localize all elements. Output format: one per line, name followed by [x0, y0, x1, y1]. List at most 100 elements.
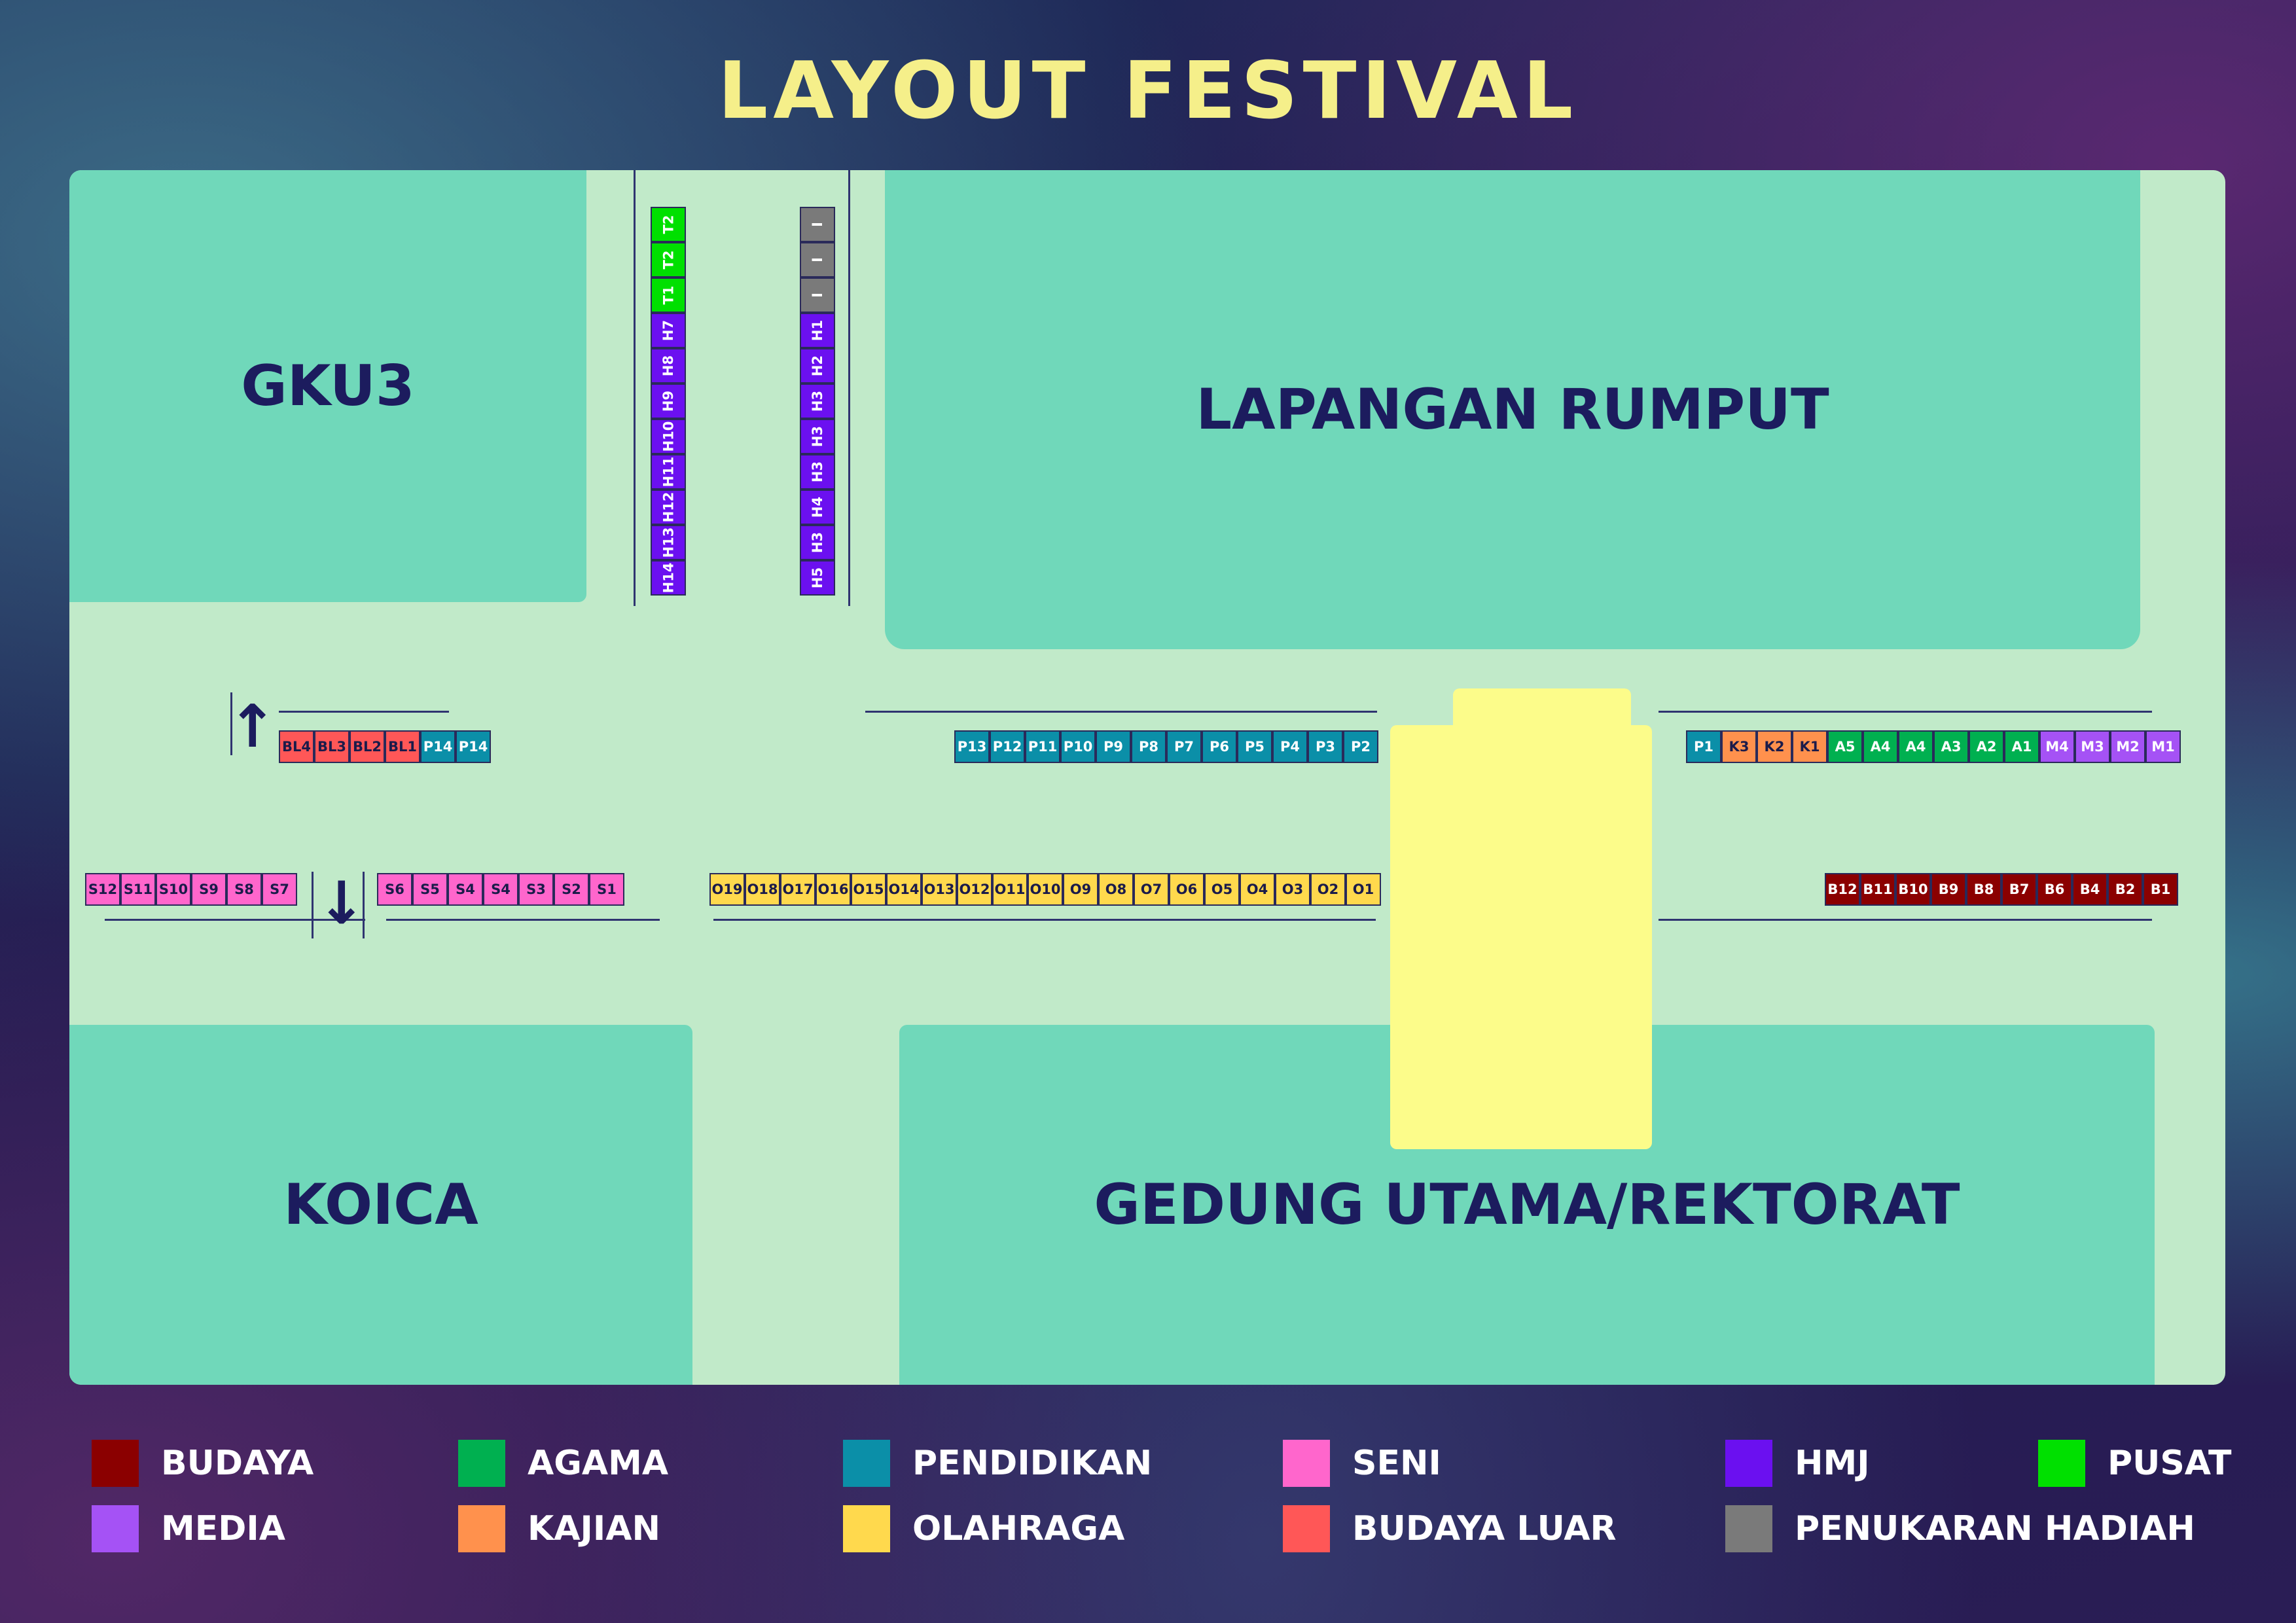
- stall-a5[interactable]: A5: [1827, 730, 1863, 763]
- stall-o8[interactable]: O8: [1098, 873, 1134, 906]
- stall-t2[interactable]: T2: [651, 242, 686, 277]
- stall-s3[interactable]: S3: [518, 873, 554, 906]
- stall-h8[interactable]: H8: [651, 348, 686, 383]
- stall-a4[interactable]: A4: [1898, 730, 1933, 763]
- stall-i[interactable]: I: [800, 242, 835, 277]
- stall-a4[interactable]: A4: [1863, 730, 1898, 763]
- stall-o10[interactable]: O10: [1028, 873, 1063, 906]
- stall-o11[interactable]: O11: [992, 873, 1028, 906]
- stall-p11[interactable]: P11: [1025, 730, 1060, 763]
- stall-o6[interactable]: O6: [1169, 873, 1204, 906]
- stall-k3[interactable]: K3: [1721, 730, 1757, 763]
- stall-s10[interactable]: S10: [156, 873, 191, 906]
- stall-s12[interactable]: S12: [85, 873, 120, 906]
- stall-o15[interactable]: O15: [851, 873, 886, 906]
- stall-o17[interactable]: O17: [780, 873, 816, 906]
- stall-h9[interactable]: H9: [651, 383, 686, 419]
- stall-p8[interactable]: P8: [1131, 730, 1166, 763]
- stall-b4[interactable]: B4: [2072, 873, 2108, 906]
- stall-b7[interactable]: B7: [2001, 873, 2037, 906]
- stall-b10[interactable]: B10: [1895, 873, 1931, 906]
- stall-i[interactable]: I: [800, 207, 835, 242]
- stall-h11[interactable]: H11: [651, 454, 686, 490]
- stall-bl4[interactable]: BL4: [279, 730, 314, 763]
- stall-h10[interactable]: H10: [651, 419, 686, 454]
- stall-s5[interactable]: S5: [412, 873, 448, 906]
- stall-a3[interactable]: A3: [1933, 730, 1969, 763]
- stall-h2[interactable]: H2: [800, 348, 835, 383]
- stall-p1[interactable]: P1: [1686, 730, 1721, 763]
- stall-b2[interactable]: B2: [2108, 873, 2143, 906]
- stall-o7[interactable]: O7: [1134, 873, 1169, 906]
- stall-h13[interactable]: H13: [651, 525, 686, 560]
- stall-b12[interactable]: B12: [1825, 873, 1860, 906]
- stall-o19[interactable]: O19: [709, 873, 745, 906]
- stall-o12[interactable]: O12: [957, 873, 992, 906]
- stall-b8[interactable]: B8: [1966, 873, 2001, 906]
- stall-p5[interactable]: P5: [1237, 730, 1272, 763]
- stall-o3[interactable]: O3: [1275, 873, 1310, 906]
- stall-s1[interactable]: S1: [589, 873, 624, 906]
- stall-p3[interactable]: P3: [1308, 730, 1343, 763]
- stall-h5[interactable]: H5: [800, 560, 835, 596]
- stall-h3[interactable]: H3: [800, 454, 835, 490]
- stall-p14[interactable]: P14: [420, 730, 456, 763]
- stall-h12[interactable]: H12: [651, 490, 686, 525]
- stall-o13[interactable]: O13: [922, 873, 957, 906]
- stall-o4[interactable]: O4: [1240, 873, 1275, 906]
- stall-i[interactable]: I: [800, 277, 835, 313]
- stall-m3[interactable]: M3: [2075, 730, 2110, 763]
- stall-p13[interactable]: P13: [954, 730, 990, 763]
- stall-p7[interactable]: P7: [1166, 730, 1202, 763]
- stage[interactable]: [1390, 725, 1652, 1149]
- stall-s4[interactable]: S4: [483, 873, 518, 906]
- stall-o9[interactable]: O9: [1063, 873, 1098, 906]
- stall-o14[interactable]: O14: [886, 873, 922, 906]
- stall-s6[interactable]: S6: [377, 873, 412, 906]
- stall-m4[interactable]: M4: [2039, 730, 2075, 763]
- stall-t1[interactable]: T1: [651, 277, 686, 313]
- stall-h3[interactable]: H3: [800, 383, 835, 419]
- stall-a2[interactable]: A2: [1969, 730, 2004, 763]
- stall-b1[interactable]: B1: [2143, 873, 2178, 906]
- stall-o5[interactable]: O5: [1204, 873, 1240, 906]
- stall-h1[interactable]: H1: [800, 313, 835, 348]
- stall-k1[interactable]: K1: [1792, 730, 1827, 763]
- stall-s11[interactable]: S11: [120, 873, 156, 906]
- stall-o18[interactable]: O18: [745, 873, 780, 906]
- stall-o16[interactable]: O16: [816, 873, 851, 906]
- stall-bl2[interactable]: BL2: [350, 730, 385, 763]
- stall-h3[interactable]: H3: [800, 419, 835, 454]
- stall-p10[interactable]: P10: [1060, 730, 1096, 763]
- stall-b11[interactable]: B11: [1860, 873, 1895, 906]
- building-lapangan-rumput[interactable]: LAPANGAN RUMPUT: [885, 170, 2140, 649]
- stall-p2[interactable]: P2: [1343, 730, 1378, 763]
- stall-h4[interactable]: H4: [800, 490, 835, 525]
- stall-p4[interactable]: P4: [1272, 730, 1308, 763]
- stall-s2[interactable]: S2: [554, 873, 589, 906]
- stall-bl3[interactable]: BL3: [314, 730, 350, 763]
- building-gku3[interactable]: GKU3: [69, 170, 586, 602]
- stall-p12[interactable]: P12: [990, 730, 1025, 763]
- stall-o1[interactable]: O1: [1346, 873, 1381, 906]
- stall-h7[interactable]: H7: [651, 313, 686, 348]
- stall-o2[interactable]: O2: [1310, 873, 1346, 906]
- stall-b9[interactable]: B9: [1931, 873, 1966, 906]
- stall-k2[interactable]: K2: [1757, 730, 1792, 763]
- stall-p9[interactable]: P9: [1096, 730, 1131, 763]
- stall-bl1[interactable]: BL1: [385, 730, 420, 763]
- stall-s9[interactable]: S9: [191, 873, 226, 906]
- stall-p14[interactable]: P14: [456, 730, 491, 763]
- stall-b6[interactable]: B6: [2037, 873, 2072, 906]
- building-koica[interactable]: KOICA: [69, 1025, 692, 1385]
- stall-m2[interactable]: M2: [2110, 730, 2145, 763]
- stall-t2[interactable]: T2: [651, 207, 686, 242]
- stall-a1[interactable]: A1: [2004, 730, 2039, 763]
- stall-h14[interactable]: H14: [651, 560, 686, 596]
- stall-m1[interactable]: M1: [2145, 730, 2181, 763]
- stall-s4[interactable]: S4: [448, 873, 483, 906]
- stall-s7[interactable]: S7: [262, 873, 297, 906]
- stall-h3[interactable]: H3: [800, 525, 835, 560]
- stall-p6[interactable]: P6: [1202, 730, 1237, 763]
- stall-s8[interactable]: S8: [226, 873, 262, 906]
